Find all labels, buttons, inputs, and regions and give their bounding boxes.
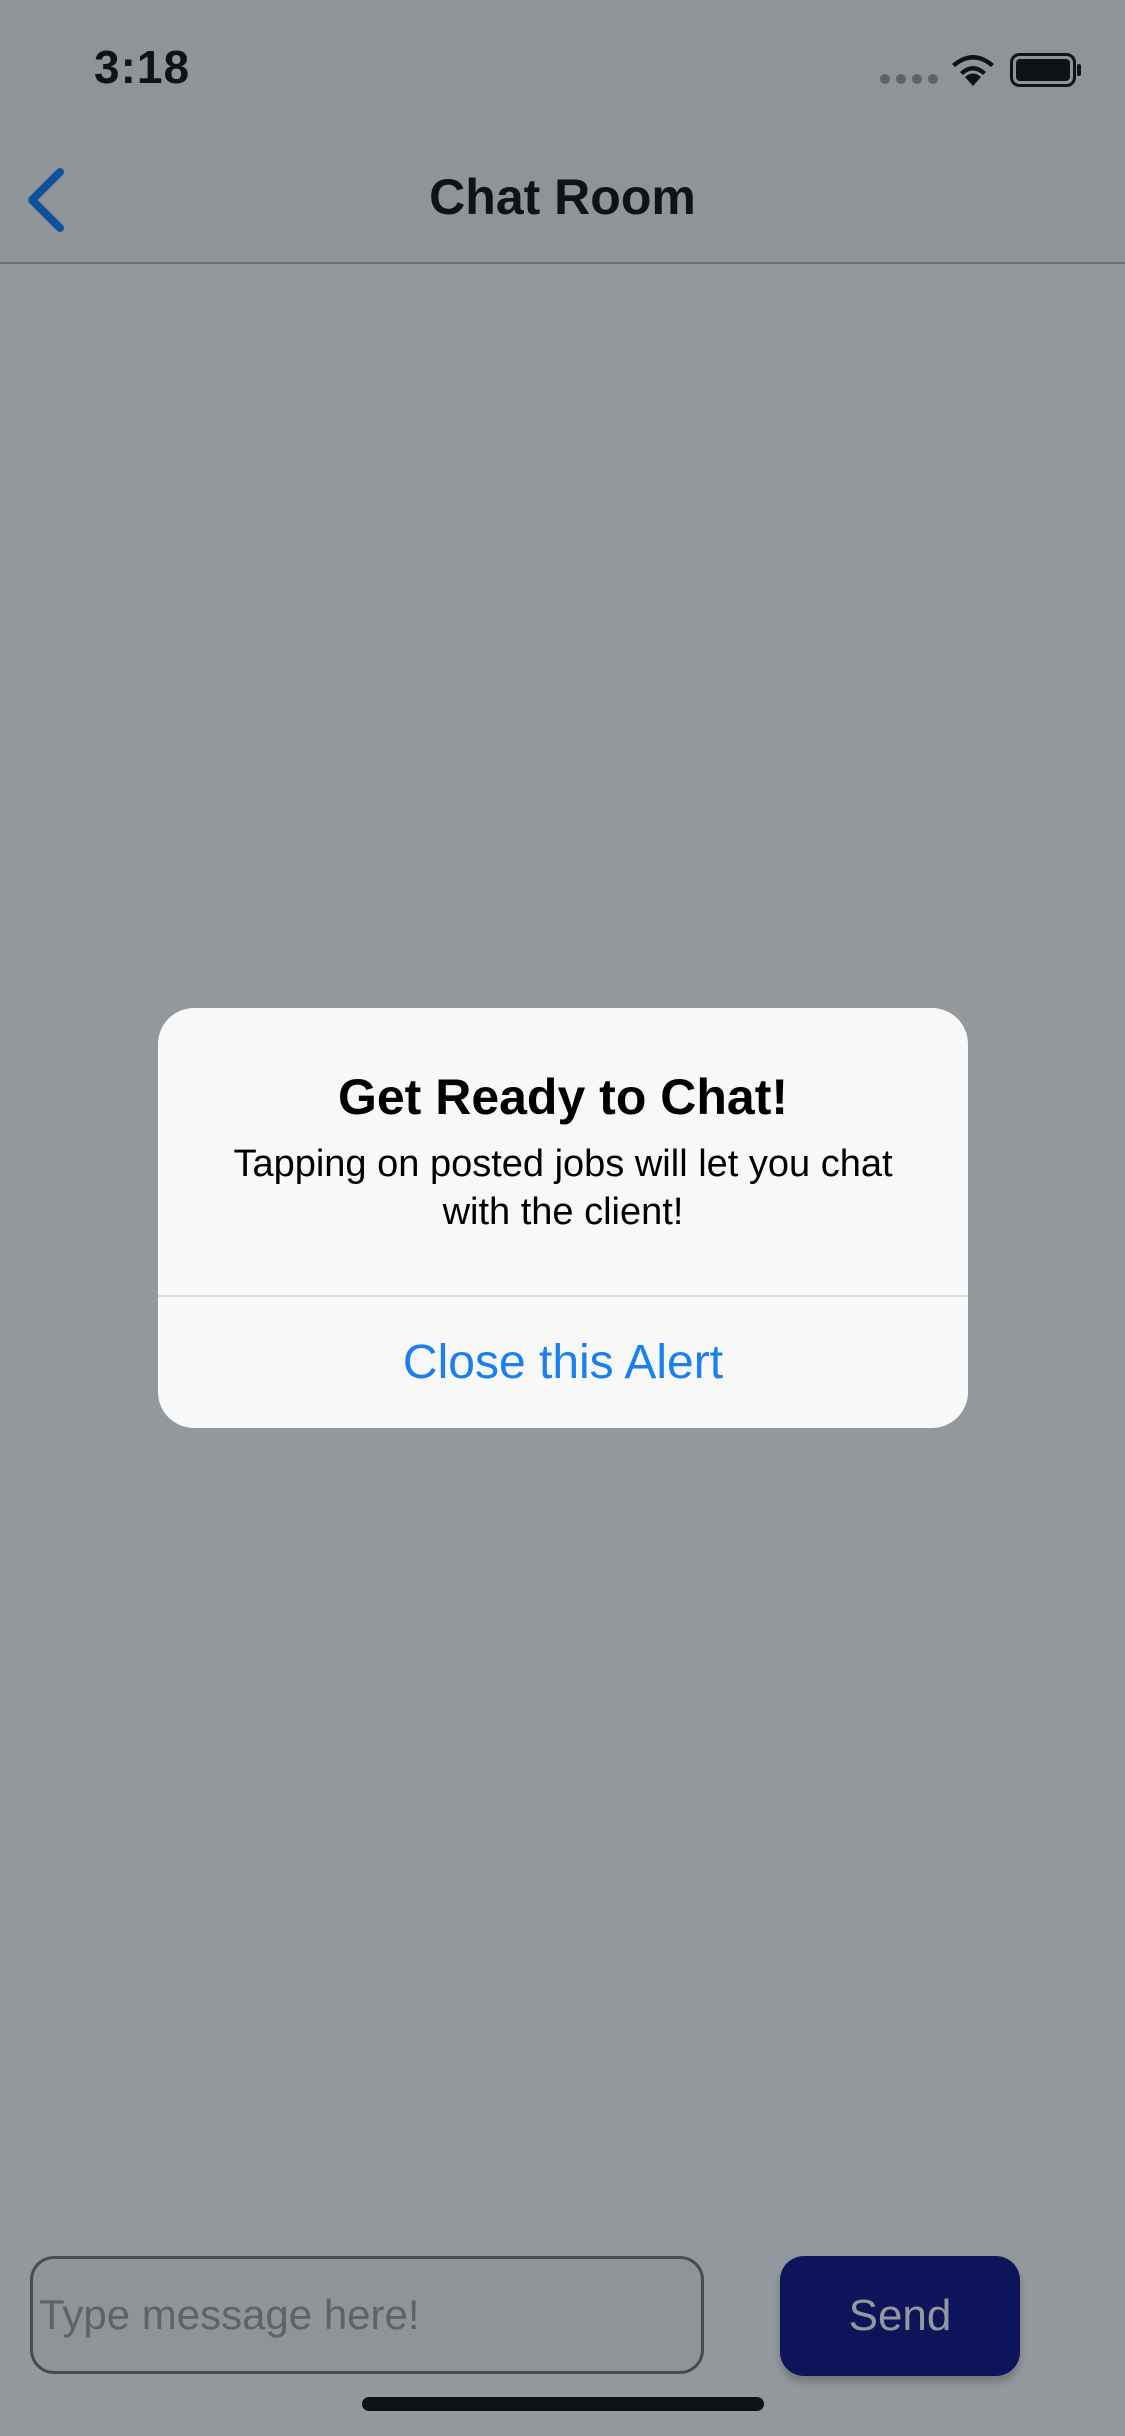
alert-message: Tapping on posted jobs will let you chat… [233, 1143, 893, 1233]
chat-room-screen: 3:18 Chat Room Send Get Ready to Chat! T… [0, 0, 1125, 2436]
close-alert-button[interactable]: Close this Alert [158, 1297, 968, 1428]
alert-dialog: Get Ready to Chat! Tapping on posted job… [158, 1008, 968, 1428]
alert-title: Get Ready to Chat! [337, 1069, 789, 1125]
